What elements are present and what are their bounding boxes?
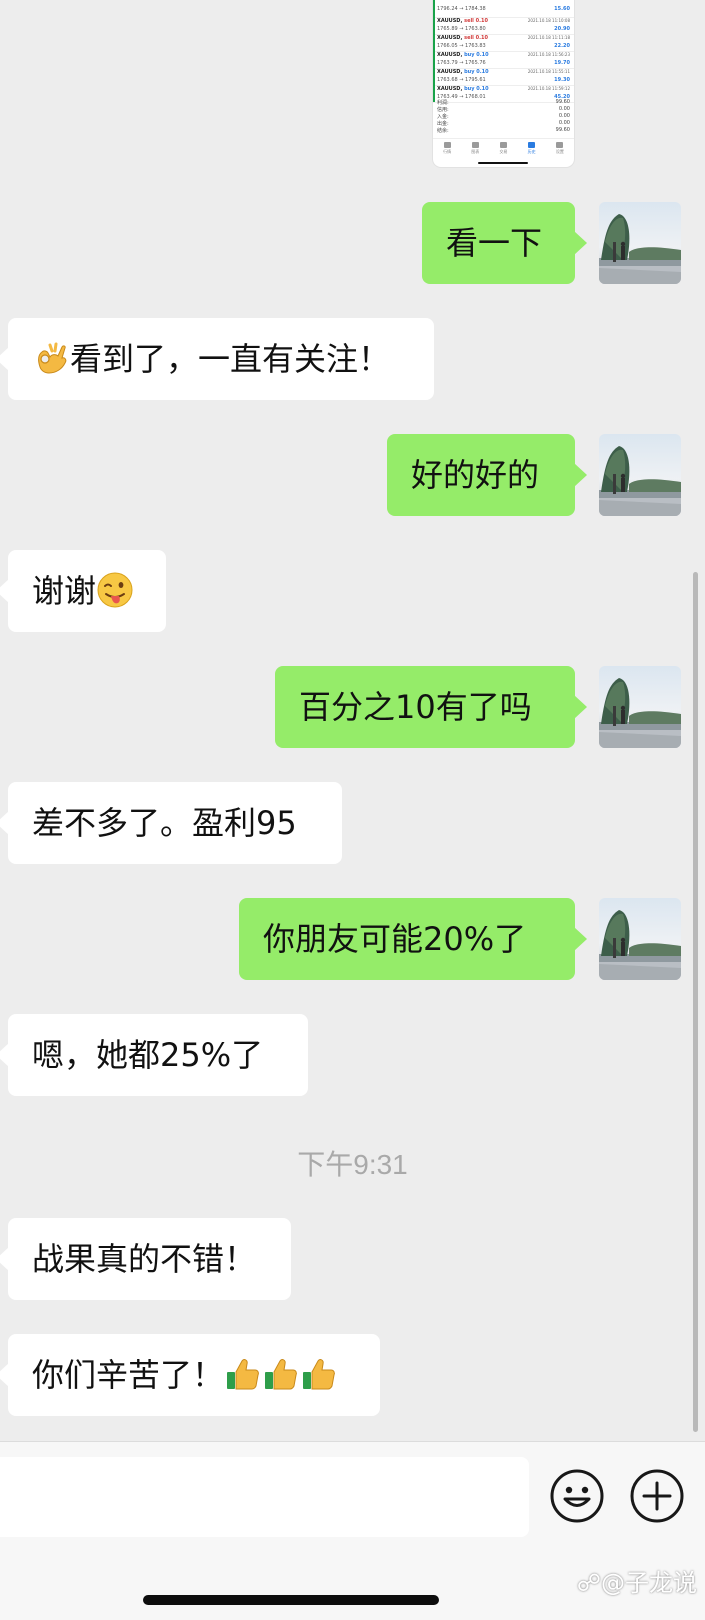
watermark: ☍@子龙说 [576,1569,697,1597]
their-message-bubble[interactable]: 战果真的不错！ [0,1218,291,1300]
screenshot-tab-bar: 行情 图表 交易 历史 设置 [433,138,574,158]
my-message-bubble[interactable]: 百分之10有了吗 [275,666,587,748]
their-message-bubble[interactable]: 嗯，她都25%了 [0,1014,308,1096]
their-message-bubble[interactable]: 谢谢 [0,550,166,632]
screenshot-tab-trade: 交易 [493,142,513,154]
settings-icon [556,142,564,148]
chat-scrollbar[interactable] [693,572,698,1432]
thumbs-up-emoji [227,1359,259,1390]
screenshot-tab-quotes: 行情 [437,142,457,154]
message-timestamp: 下午9:31 [297,1149,408,1180]
screenshot-tab-settings: 设置 [550,142,570,154]
smiley-face-icon [550,1469,604,1523]
trade-icon [499,142,507,148]
their-message-bubble[interactable]: 你们辛苦了！ [0,1334,380,1416]
weibo-icon: ☍ [576,1569,601,1597]
account-summary: 利润: 99.60 信用: 0.00 入金: 0.00 出金: 0.00 结余: 99.6… [437,99,570,134]
shared-screenshot-image[interactable]: 1796.24 → 1784.38 15.60 XAUUSD, sell 0.1… [433,0,574,167]
screenshot-home-indicator [478,162,528,164]
trade-row: 1796.24 → 1784.38 15.60 [433,0,574,18]
ok-hand-emoji [38,342,67,374]
my-message-bubble[interactable]: 你朋友可能20%了 [239,898,587,980]
screenshot-tab-history: 历史 [522,142,542,154]
my-avatar[interactable] [599,666,681,748]
screenshot-tab-chart: 图表 [465,142,485,154]
my-message-bubble[interactable]: 好的好的 [387,434,587,516]
chat-screen: 1796.24 → 1784.38 15.60 XAUUSD, sell 0.1… [0,0,705,1620]
winking-tongue-emoji [97,572,133,608]
my-message-bubble[interactable]: 看一下 [422,202,587,284]
chart-icon [471,142,479,148]
thumbs-up-emoji [265,1359,297,1390]
thumbs-up-emoji [303,1359,335,1390]
quotes-icon [443,142,451,148]
their-message-bubble[interactable]: 看到了，一直有关注！ [0,318,434,400]
my-avatar[interactable] [599,434,681,516]
trade-row: XAUUSD, buy 0.10 2021.10.18 11:56:23 176… [433,51,574,69]
my-avatar[interactable] [599,202,681,284]
emoji-button[interactable] [549,1468,605,1524]
my-avatar[interactable] [599,898,681,980]
plus-circle-icon [630,1469,684,1523]
message-input-bar: ☍@子龙说 [0,1441,705,1620]
trade-row: XAUUSD, sell 0.10 2021.10.18 11:11:18 17… [433,34,574,52]
history-icon [528,142,536,148]
their-message-bubble[interactable]: 差不多了。盈利95 [0,782,342,864]
trade-row: XAUUSD, sell 0.10 2021.10.18 11:10:08 17… [433,17,574,35]
trade-row: XAUUSD, buy 0.10 2021.10.18 11:55:11 176… [433,68,574,86]
more-button[interactable] [629,1468,685,1524]
message-input[interactable] [0,1457,529,1537]
home-indicator[interactable] [143,1595,439,1605]
